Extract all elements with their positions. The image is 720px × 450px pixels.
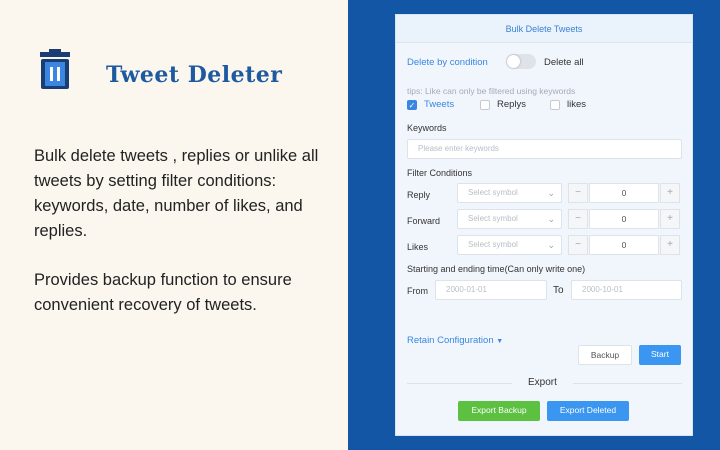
backup-button[interactable]: Backup (578, 345, 632, 365)
forward-increment-button[interactable]: + (660, 209, 680, 229)
tweets-checkbox-label[interactable]: Tweets (424, 99, 454, 110)
toggle-knob (507, 55, 520, 68)
likes-filter-label: Likes (407, 242, 429, 252)
export-deleted-button[interactable]: Export Deleted (547, 401, 629, 421)
retain-configuration-link[interactable]: Retain Configuration ▼ (407, 335, 503, 346)
forward-symbol-select[interactable]: Select symbol ⌄ (457, 209, 562, 229)
likes-checkbox-label[interactable]: likes (567, 99, 586, 110)
likes-symbol-select[interactable]: Select symbol ⌄ (457, 235, 562, 255)
replys-checkbox[interactable] (480, 100, 490, 110)
retain-configuration-label: Retain Configuration (407, 335, 494, 346)
trash-icon (34, 48, 76, 92)
delete-by-condition-label[interactable]: Delete by condition (407, 57, 488, 68)
select-placeholder: Select symbol (468, 188, 518, 197)
chevron-down-icon: ⌄ (547, 240, 555, 250)
chevron-down-icon: ⌄ (547, 214, 555, 224)
keywords-input[interactable]: Please enter keywords (407, 139, 682, 159)
description-text: Bulk delete tweets , replies or unlike a… (34, 147, 319, 240)
filter-conditions-label: Filter Conditions (407, 168, 473, 178)
select-placeholder: Select symbol (468, 240, 518, 249)
app-title: Tweet Deleter (106, 62, 283, 88)
tweets-checkbox[interactable]: ✓ (407, 100, 417, 110)
export-backup-button[interactable]: Export Backup (458, 401, 540, 421)
to-date-input[interactable]: 2000-10-01 (571, 280, 682, 300)
time-range-label: Starting and ending time(Can only write … (407, 264, 586, 274)
extension-panel: Bulk Delete Tweets Delete by condition D… (395, 14, 693, 436)
mode-toggle[interactable] (506, 54, 536, 69)
reply-count-input[interactable]: 0 (589, 183, 659, 203)
export-label: Export (512, 377, 573, 388)
promo-section: Tweet Deleter Bulk delete tweets , repli… (0, 0, 348, 450)
panel-header: Bulk Delete Tweets (396, 15, 692, 43)
forward-decrement-button[interactable]: − (568, 209, 588, 229)
select-placeholder: Select symbol (468, 214, 518, 223)
keywords-label: Keywords (407, 123, 447, 133)
from-label: From (407, 286, 428, 296)
likes-count-input[interactable]: 0 (589, 235, 659, 255)
chevron-down-icon: ⌄ (547, 188, 555, 198)
reply-filter-label: Reply (407, 190, 431, 200)
reply-increment-button[interactable]: + (660, 183, 680, 203)
to-label: To (553, 285, 564, 296)
reply-symbol-select[interactable]: Select symbol ⌄ (457, 183, 562, 203)
from-date-input[interactable]: 2000-01-01 (435, 280, 547, 300)
forward-count-input[interactable]: 0 (589, 209, 659, 229)
likes-increment-button[interactable]: + (660, 235, 680, 255)
caret-down-icon: ▼ (496, 338, 504, 345)
forward-filter-label: Forward (407, 216, 441, 226)
start-button[interactable]: Start (639, 345, 681, 365)
reply-decrement-button[interactable]: − (568, 183, 588, 203)
tips-text: tips: Like can only be filtered using ke… (407, 86, 576, 96)
likes-decrement-button[interactable]: − (568, 235, 588, 255)
replys-checkbox-label[interactable]: Replys (497, 99, 526, 110)
delete-all-label[interactable]: Delete all (544, 57, 584, 68)
likes-checkbox[interactable] (550, 100, 560, 110)
backup-note-text: Provides backup function to ensure conve… (34, 271, 292, 314)
